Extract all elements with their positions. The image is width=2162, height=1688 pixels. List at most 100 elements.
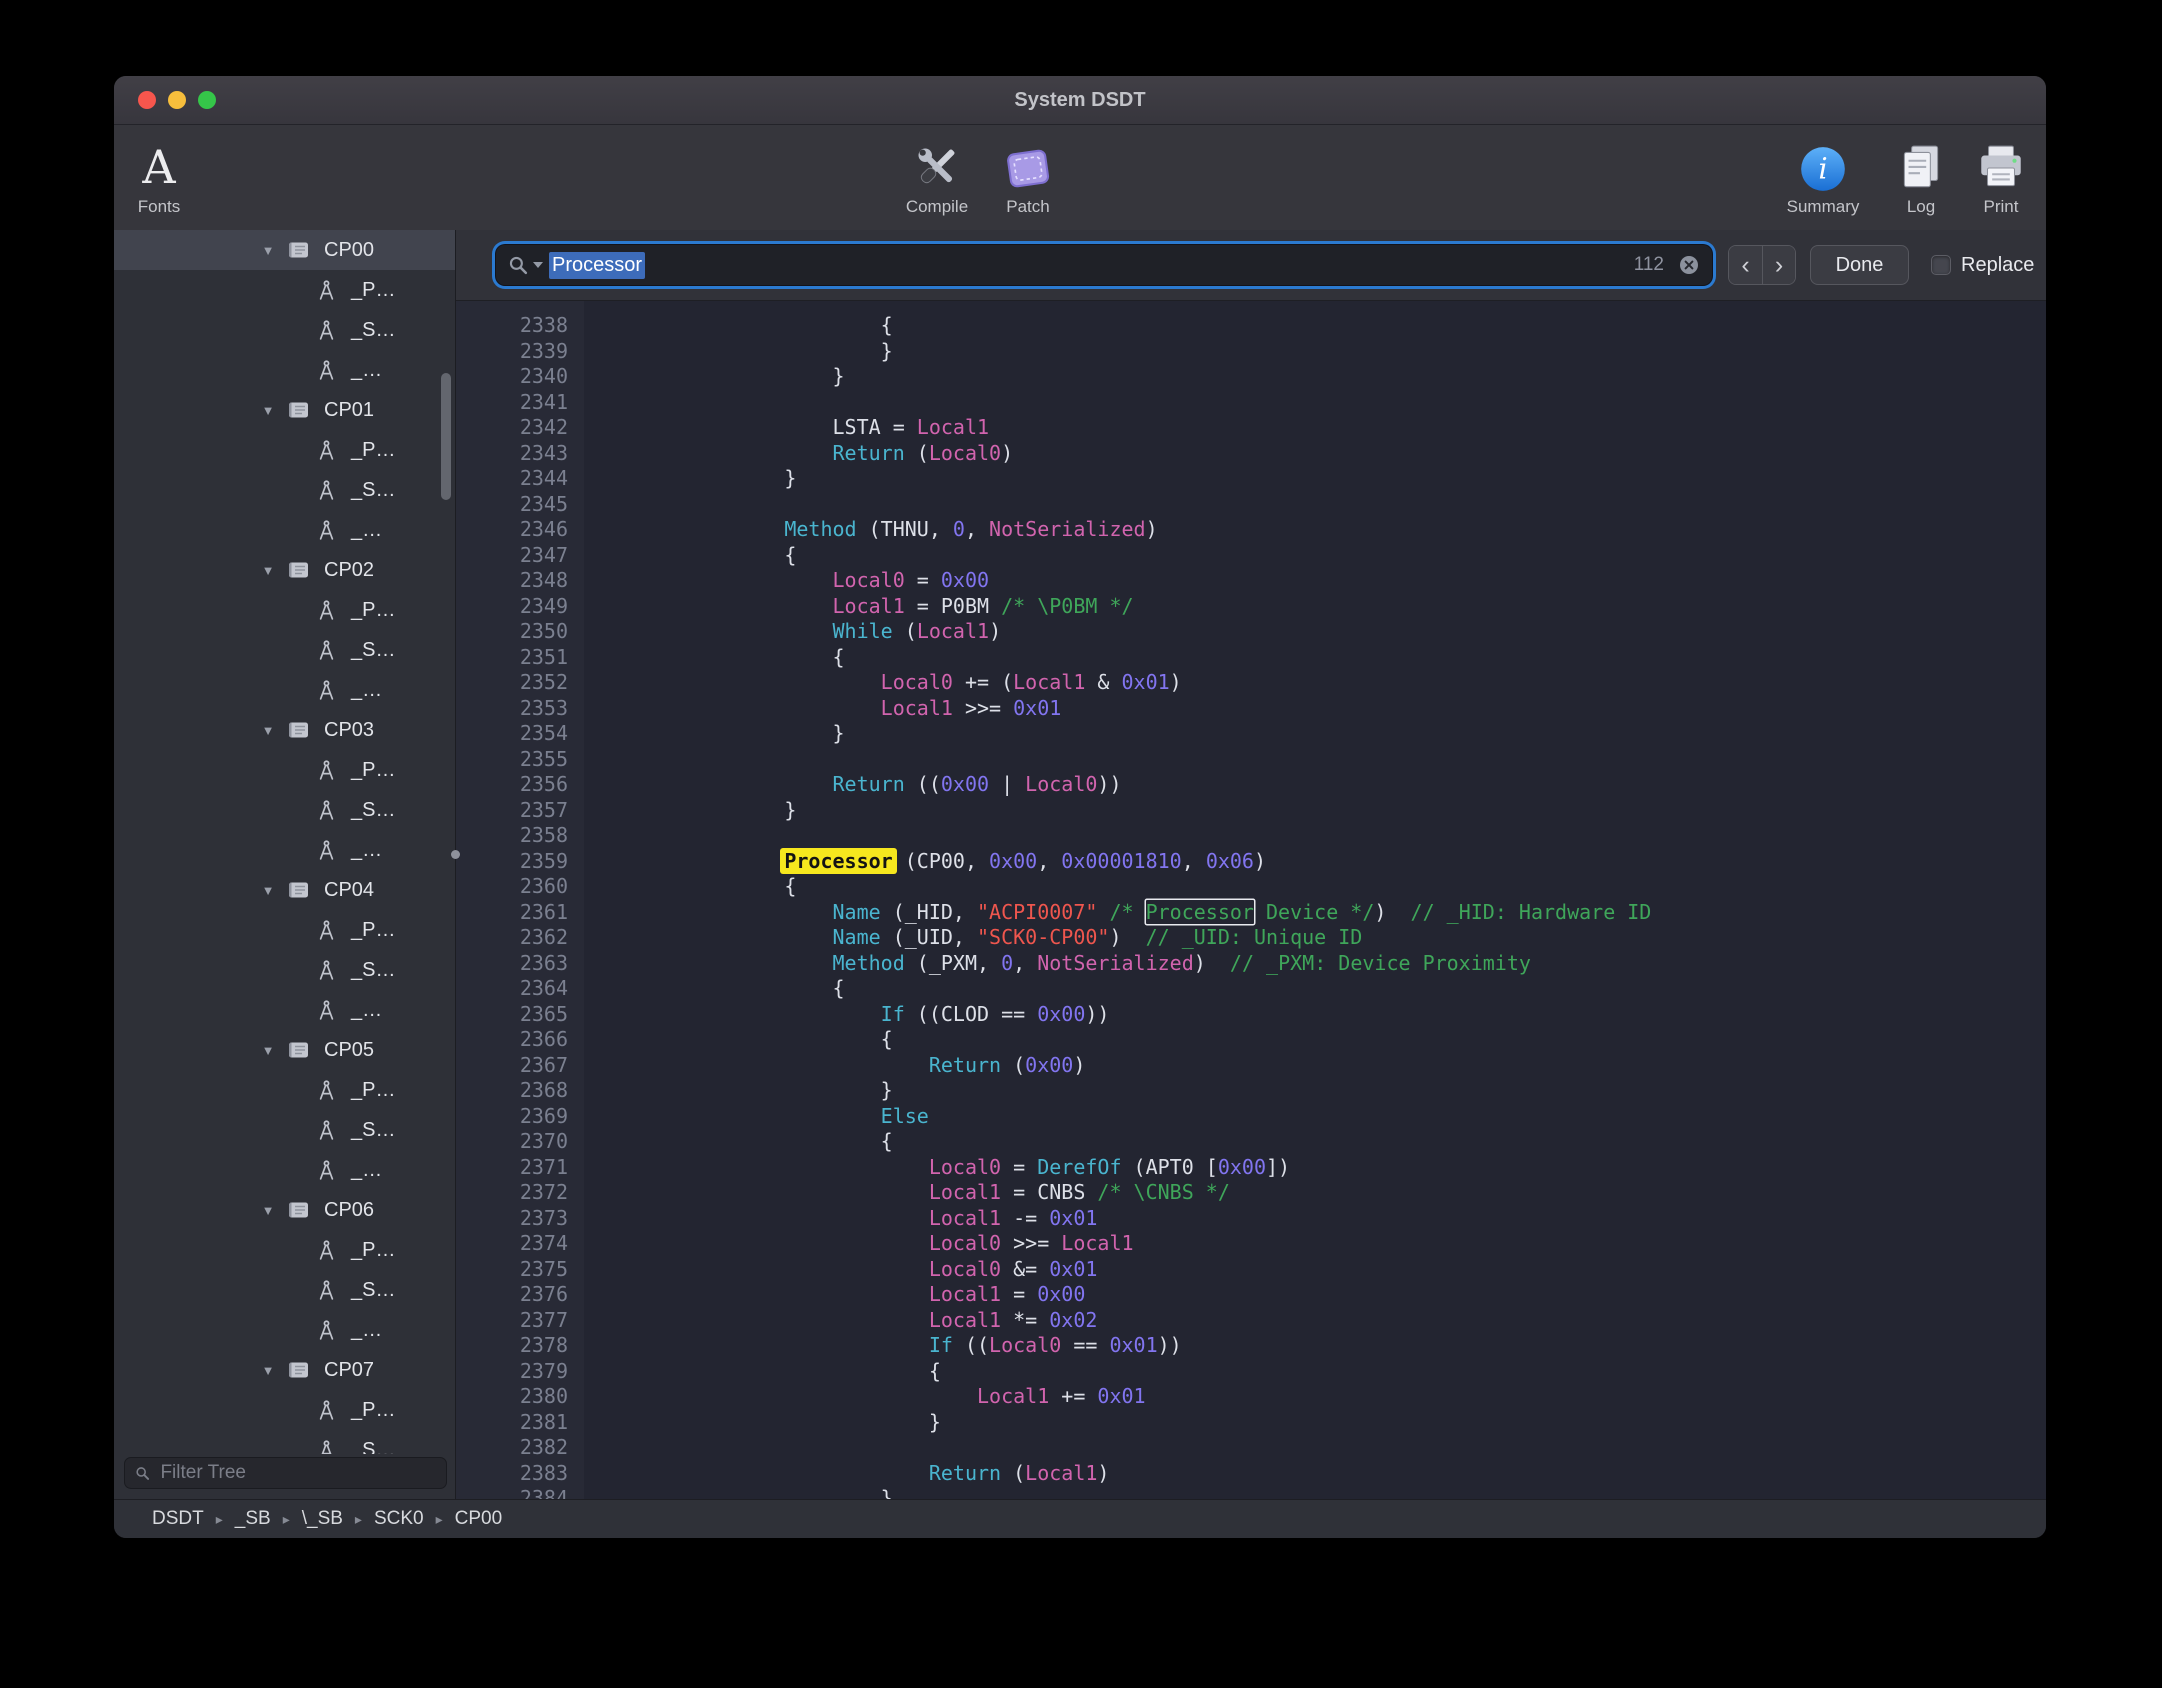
tree-item[interactable]: _…	[114, 990, 455, 1030]
tree-item[interactable]: _…	[114, 1310, 455, 1350]
code-line[interactable]	[688, 390, 2046, 416]
tree-item[interactable]: _S…	[114, 950, 455, 990]
tree-item[interactable]: _S…	[114, 1110, 455, 1150]
code-line[interactable]: }	[688, 364, 2046, 390]
tree-item[interactable]: _S…	[114, 790, 455, 830]
sidebar-scrollbar-thumb[interactable]	[441, 373, 451, 500]
code-line[interactable]: }	[688, 1078, 2046, 1104]
disclosure-triangle-icon[interactable]: ▼	[256, 1043, 280, 1058]
tree-item[interactable]: _P…	[114, 1070, 455, 1110]
tree-item[interactable]: _…	[114, 1150, 455, 1190]
code-line[interactable]: Local1 = 0x00	[688, 1282, 2046, 1308]
titlebar[interactable]: System DSDT	[114, 76, 2046, 125]
split-handle[interactable]	[451, 850, 460, 859]
tree-item[interactable]: _S…	[114, 470, 455, 510]
tree-node-cp05[interactable]: ▼CP05	[114, 1030, 455, 1070]
code-line[interactable]: {	[688, 1027, 2046, 1053]
code-line[interactable]	[688, 823, 2046, 849]
code-line[interactable]: Local1 = P0BM /* \P0BM */	[688, 594, 2046, 620]
code-line[interactable]: If ((CLOD == 0x00))	[688, 1002, 2046, 1028]
code-line[interactable]: {	[688, 645, 2046, 671]
tree-item[interactable]: _P…	[114, 1390, 455, 1430]
code-line[interactable]: }	[688, 466, 2046, 492]
tree-node-cp01[interactable]: ▼CP01	[114, 390, 455, 430]
done-button[interactable]: Done	[1810, 245, 1909, 285]
disclosure-triangle-icon[interactable]: ▼	[256, 1203, 280, 1218]
filter-tree-input[interactable]	[158, 1461, 436, 1485]
tree-node-cp02[interactable]: ▼CP02	[114, 550, 455, 590]
tree-node-cp06[interactable]: ▼CP06	[114, 1190, 455, 1230]
breadcrumb-item[interactable]: SCK0	[374, 1508, 424, 1530]
code-line[interactable]: Return ((0x00 | Local0))	[688, 772, 2046, 798]
filter-tree-field[interactable]	[124, 1457, 447, 1489]
tree-node-cp03[interactable]: ▼CP03	[114, 710, 455, 750]
code-line[interactable]: Local1 = CNBS /* \CNBS */	[688, 1180, 2046, 1206]
breadcrumb-item[interactable]: DSDT	[152, 1508, 204, 1530]
tree-item[interactable]: _…	[114, 830, 455, 870]
code-line[interactable]: Else	[688, 1104, 2046, 1130]
find-next-button[interactable]: ›	[1762, 246, 1795, 284]
breadcrumb-item[interactable]: \_SB	[302, 1508, 343, 1530]
breadcrumb-item[interactable]: CP00	[455, 1508, 503, 1530]
code-line[interactable]: {	[688, 1359, 2046, 1385]
tree-node-cp07[interactable]: ▼CP07	[114, 1350, 455, 1390]
code-line[interactable]: Local0 >>= Local1	[688, 1231, 2046, 1257]
tree-item[interactable]: _S…	[114, 310, 455, 350]
code-line[interactable]: }	[688, 721, 2046, 747]
fonts-button[interactable]: A Fonts	[114, 131, 209, 217]
code-line[interactable]: Method (_PXM, 0, NotSerialized) // _PXM:…	[688, 951, 2046, 977]
disclosure-triangle-icon[interactable]: ▼	[256, 723, 280, 738]
code-line[interactable]: }	[688, 798, 2046, 824]
minimize-window-button[interactable]	[168, 91, 186, 109]
code-line[interactable]: Processor (CP00, 0x00, 0x00001810, 0x06)	[688, 849, 2046, 875]
code-line[interactable]: Return (Local1)	[688, 1461, 2046, 1487]
code-line[interactable]: If ((Local0 == 0x01))	[688, 1333, 2046, 1359]
code-line[interactable]: Name (_HID, "ACPI0007" /* Processor Devi…	[688, 900, 2046, 926]
summary-button[interactable]: i Summary	[1768, 131, 1878, 217]
code-line[interactable]: }	[688, 1410, 2046, 1436]
tree-node-cp04[interactable]: ▼CP04	[114, 870, 455, 910]
tree-item[interactable]: _S…	[114, 1430, 455, 1454]
patch-button[interactable]: Patch	[973, 131, 1083, 217]
code-line[interactable]	[688, 492, 2046, 518]
tree-item[interactable]: _…	[114, 670, 455, 710]
breadcrumb-item[interactable]: _SB	[235, 1508, 271, 1530]
disclosure-triangle-icon[interactable]: ▼	[256, 883, 280, 898]
clear-search-button[interactable]	[1678, 254, 1700, 276]
tree-item[interactable]: _…	[114, 510, 455, 550]
tree-item[interactable]: _S…	[114, 630, 455, 670]
find-previous-button[interactable]: ‹	[1729, 246, 1762, 284]
disclosure-triangle-icon[interactable]: ▼	[256, 1363, 280, 1378]
code-line[interactable]: {	[688, 543, 2046, 569]
code-editor[interactable]: 2338233923402341234223432344234523462347…	[456, 301, 2046, 1500]
close-window-button[interactable]	[138, 91, 156, 109]
disclosure-triangle-icon[interactable]: ▼	[256, 563, 280, 578]
tree-item[interactable]: _P…	[114, 590, 455, 630]
code-line[interactable]: Local1 += 0x01	[688, 1384, 2046, 1410]
code-line[interactable]: {	[688, 1129, 2046, 1155]
code-line[interactable]: {	[688, 313, 2046, 339]
code-line[interactable]: LSTA = Local1	[688, 415, 2046, 441]
code-line[interactable]: Return (0x00)	[688, 1053, 2046, 1079]
search-menu-chevron-icon[interactable]	[533, 262, 543, 268]
code-line[interactable]: }	[688, 339, 2046, 365]
code-line[interactable]: Local0 = DerefOf (APT0 [0x00])	[688, 1155, 2046, 1181]
disclosure-triangle-icon[interactable]: ▼	[256, 243, 280, 258]
code-line[interactable]: Local0 &= 0x01	[688, 1257, 2046, 1283]
replace-checkbox[interactable]	[1931, 255, 1951, 275]
code-line[interactable]: Local1 >>= 0x01	[688, 696, 2046, 722]
code-line[interactable]: {	[688, 976, 2046, 1002]
code-line[interactable]	[688, 1435, 2046, 1461]
disclosure-triangle-icon[interactable]: ▼	[256, 403, 280, 418]
tree-item[interactable]: _…	[114, 350, 455, 390]
code-line[interactable]: Local1 -= 0x01	[688, 1206, 2046, 1232]
search-field[interactable]: Processor 112	[496, 245, 1712, 285]
tree-item[interactable]: _P…	[114, 910, 455, 950]
code-line[interactable]: Name (_UID, "SCK0-CP00") // _UID: Unique…	[688, 925, 2046, 951]
code-line[interactable]: Return (Local0)	[688, 441, 2046, 467]
code-line[interactable]: Method (THNU, 0, NotSerialized)	[688, 517, 2046, 543]
code-line[interactable]: Local0 += (Local1 & 0x01)	[688, 670, 2046, 696]
code-line[interactable]: While (Local1)	[688, 619, 2046, 645]
print-button[interactable]: Print	[1946, 131, 2046, 217]
code-line[interactable]: {	[688, 874, 2046, 900]
